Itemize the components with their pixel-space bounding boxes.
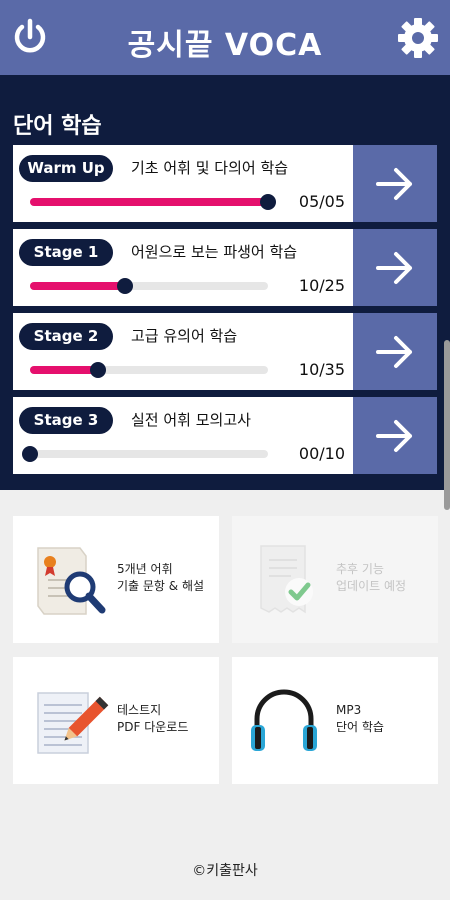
arrow-right-icon [376, 336, 412, 368]
progress-knob [22, 446, 38, 462]
progress-count: 00/10 [298, 444, 345, 463]
stage-card-2[interactable]: Stage 2 고급 유의어 학습 10/35 [13, 313, 437, 390]
progress-count: 10/35 [298, 360, 345, 379]
arrow-right-icon [376, 252, 412, 284]
stage-badge: Warm Up [19, 155, 113, 182]
top-bar: 공시끝 VOCA [0, 0, 450, 75]
tile-label: MP3 단어 학습 [336, 703, 384, 734]
progress-knob [117, 278, 134, 294]
document-search-icon [28, 540, 118, 620]
mp3-study-tile[interactable]: MP3 단어 학습 [232, 657, 438, 784]
progress-fill [30, 198, 268, 206]
stage-badge: Stage 2 [19, 323, 113, 350]
word-study-section: 단어 학습 Warm Up 기초 어휘 및 다의어 학습 05/05 Stage… [0, 75, 450, 510]
progress-bar [22, 446, 268, 462]
tile-label: 5개년 어휘 기출 문항 & 해설 [117, 562, 205, 593]
progress-bar [30, 278, 268, 294]
progress-count: 05/05 [298, 192, 345, 211]
go-button[interactable] [353, 229, 437, 306]
app-title: 공시끝 VOCA [127, 28, 323, 63]
pdf-download-tile[interactable]: 테스트지 PDF 다운로드 [13, 657, 219, 784]
stage-badge: Stage 3 [19, 407, 113, 434]
section-heading: 단어 학습 [13, 114, 102, 139]
progress-bar [30, 194, 276, 210]
headphones-icon [247, 681, 337, 761]
progress-fill [30, 282, 126, 290]
progress-count: 10/25 [298, 276, 345, 295]
upcoming-feature-tile: 추후 기능 업데이트 예정 [232, 516, 438, 643]
stage-description: 기초 어휘 및 다의어 학습 [131, 159, 289, 177]
past-exam-tile[interactable]: 5개년 어휘 기출 문항 & 해설 [13, 516, 219, 643]
document-check-icon [247, 540, 337, 620]
arrow-right-icon [376, 168, 412, 200]
progress-fill [30, 366, 99, 374]
stage-description: 고급 유의어 학습 [131, 327, 238, 345]
progress-bar [30, 362, 268, 378]
stage-card-warmup[interactable]: Warm Up 기초 어휘 및 다의어 학습 05/05 [13, 145, 437, 222]
stage-description: 어원으로 보는 파생어 학습 [131, 243, 298, 261]
notepad-pencil-icon [28, 681, 118, 761]
scrollbar[interactable] [444, 340, 450, 510]
go-button[interactable] [353, 313, 437, 390]
progress-knob [260, 194, 276, 210]
go-button[interactable] [353, 397, 437, 474]
arrow-right-icon [376, 420, 412, 452]
gear-icon[interactable] [396, 16, 440, 60]
go-button[interactable] [353, 145, 437, 222]
tile-label: 테스트지 PDF 다운로드 [117, 703, 189, 734]
stage-description: 실전 어휘 모의고사 [131, 411, 251, 429]
tile-label: 추후 기능 업데이트 예정 [336, 562, 407, 593]
copyright-text: ©키출판사 [192, 863, 258, 879]
stage-card-1[interactable]: Stage 1 어원으로 보는 파생어 학습 10/25 [13, 229, 437, 306]
stage-card-3[interactable]: Stage 3 실전 어휘 모의고사 00/10 [13, 397, 437, 474]
stage-badge: Stage 1 [19, 239, 113, 266]
progress-knob [90, 362, 107, 378]
